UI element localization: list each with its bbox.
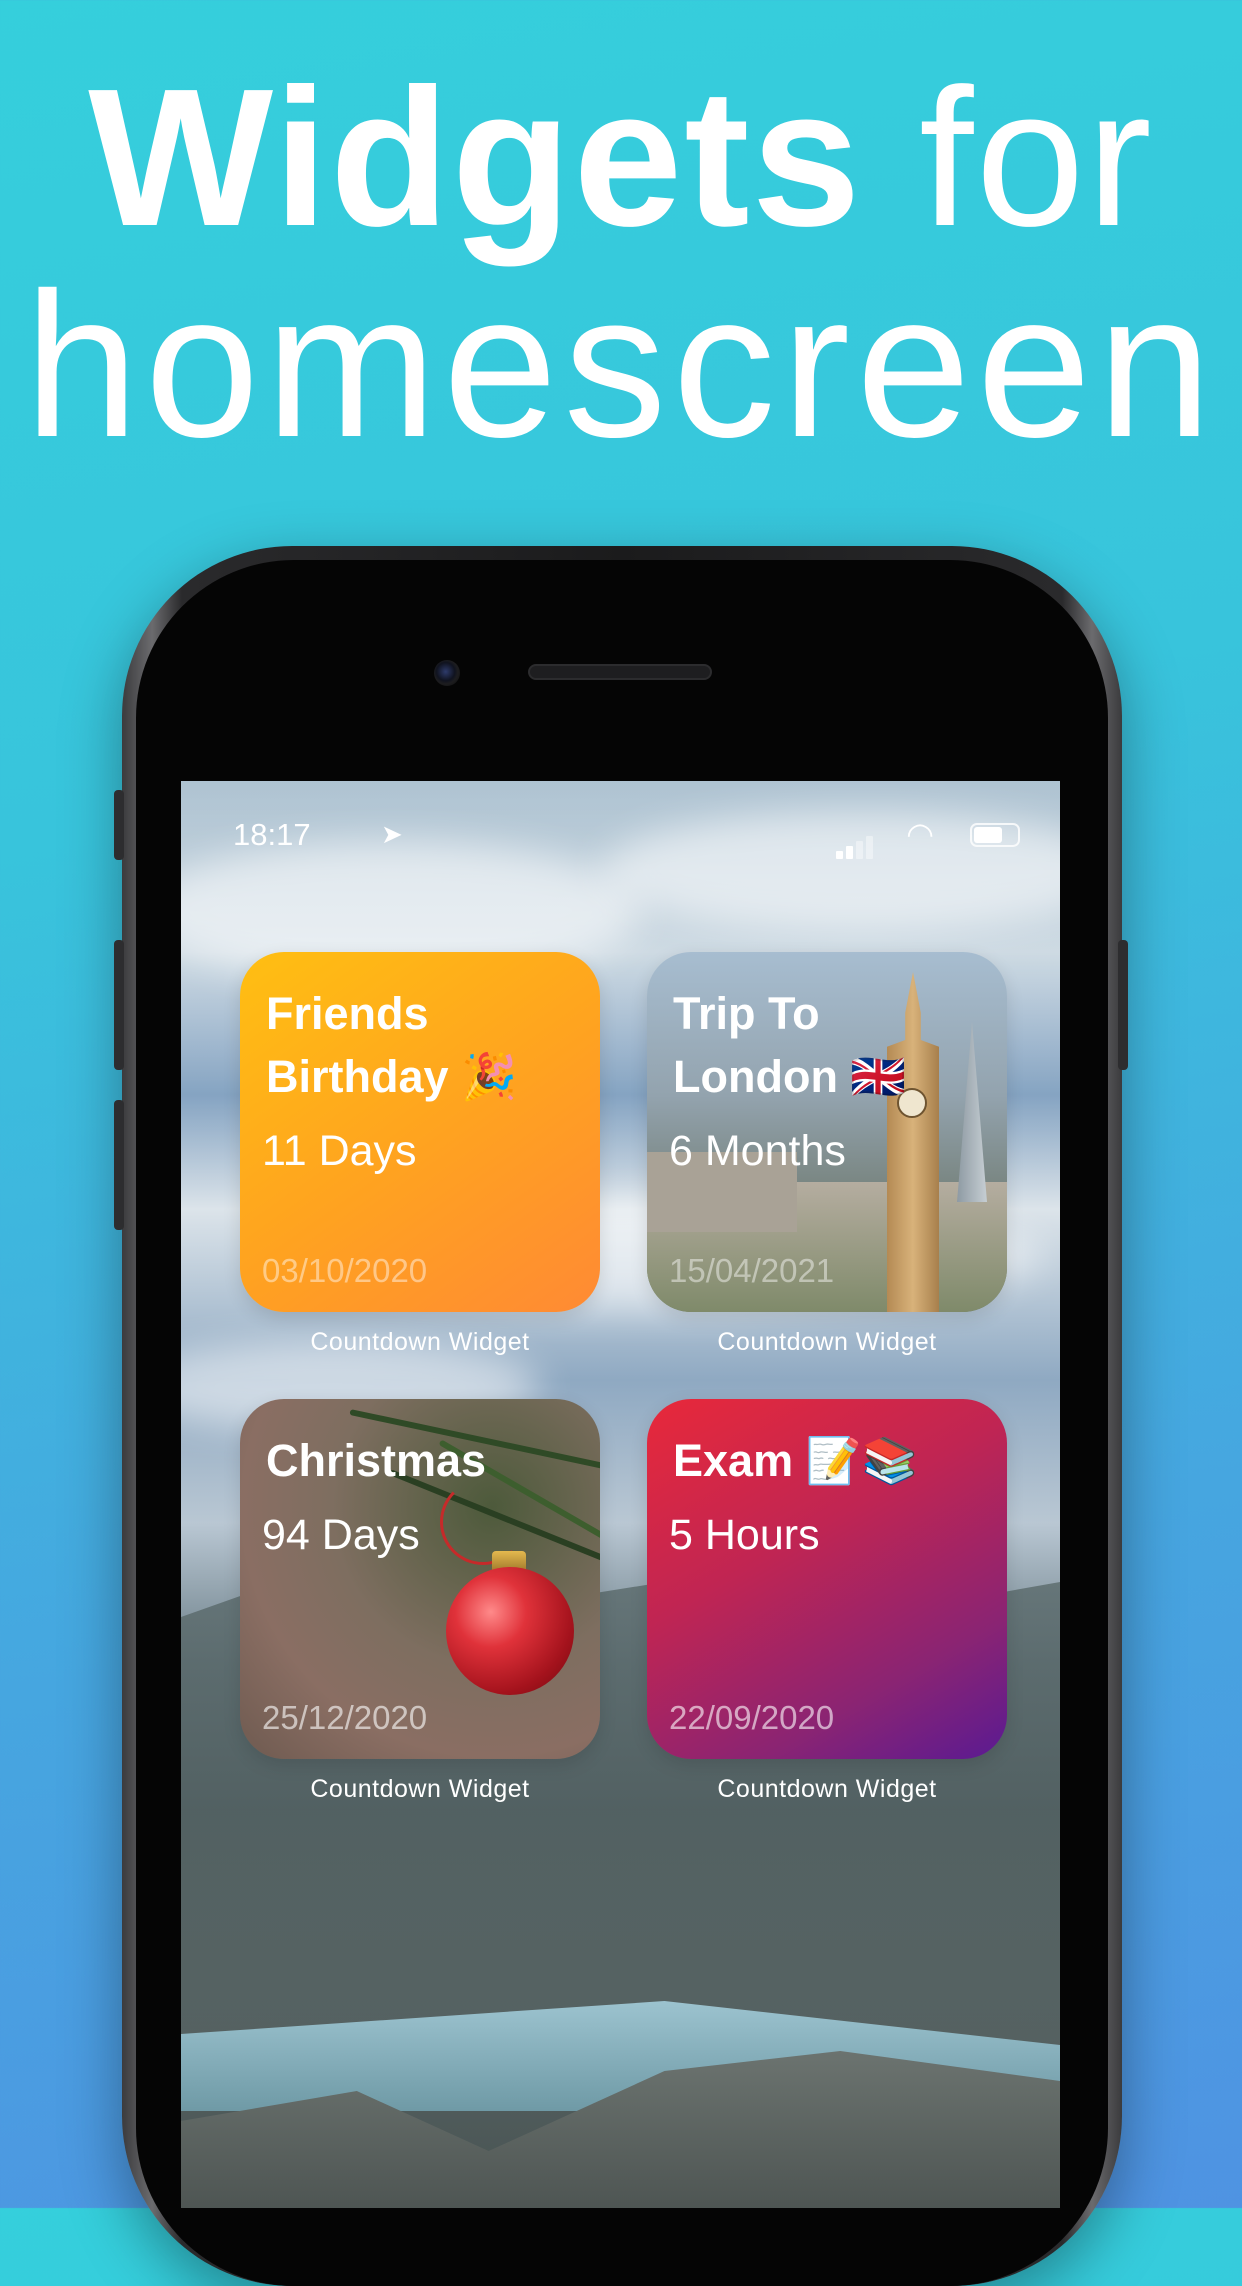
widget-title: Exam 📝📚: [673, 1429, 987, 1492]
front-camera: [434, 660, 460, 686]
cellular-signal-icon: [836, 823, 876, 859]
widget-title: Trip To London 🇬🇧: [673, 982, 987, 1108]
mute-switch: [114, 790, 124, 860]
headline-line-1: Widgets for: [0, 60, 1242, 256]
volume-down-button: [114, 1100, 124, 1230]
power-button: [1118, 940, 1128, 1070]
widget-title-line-1: Exam 📝📚: [673, 1435, 918, 1486]
wifi-icon: ◠: [906, 816, 934, 852]
headline-line-2: homescreen: [24, 250, 1218, 480]
countdown-widget-christmas[interactable]: Christmas 94 Days 25/12/2020: [240, 1399, 600, 1759]
christmas-ornament-icon: [446, 1567, 574, 1695]
widget-title-line-1: Christmas: [266, 1435, 487, 1486]
widget-date: 22/09/2020: [669, 1699, 835, 1736]
widget-caption: Countdown Widget: [310, 1328, 530, 1356]
headline: Widgets for homescreen: [0, 60, 1242, 480]
widget-date: 03/10/2020: [262, 1252, 428, 1289]
countdown-widget-exam[interactable]: Exam 📝📚 5 Hours 22/09/2020: [647, 1399, 1007, 1759]
countdown-widget-trip-to-london[interactable]: Trip To London 🇬🇧 6 Months 15/04/2021: [647, 952, 1007, 1312]
earpiece-speaker: [528, 664, 712, 680]
widget-countdown: 94 Days: [262, 1511, 420, 1559]
headline-bold-word: Widgets: [88, 48, 863, 267]
widget-date: 25/12/2020: [262, 1699, 428, 1736]
widget-title: Friends Birthday 🎉: [266, 982, 580, 1108]
widget-title-line-1: Trip To: [673, 988, 820, 1039]
widget-title: Christmas: [266, 1429, 580, 1492]
headline-regular-word: for: [919, 48, 1154, 267]
widget-title-line-2: London 🇬🇧: [673, 1051, 907, 1102]
widget-countdown: 6 Months: [669, 1127, 846, 1175]
location-arrow-icon: ➤: [381, 819, 403, 849]
countdown-widget-friends-birthday[interactable]: Friends Birthday 🎉 11 Days 03/10/2020: [240, 952, 600, 1312]
status-time: 18:17: [233, 817, 311, 852]
widget-countdown: 11 Days: [262, 1127, 417, 1175]
home-screen: 18:17 ➤ ◠ Friends Birthday 🎉 11 Days 03/…: [181, 781, 1060, 2208]
widget-title-line-1: Friends: [266, 988, 429, 1039]
battery-icon: [970, 823, 1020, 847]
status-bar: 18:17 ➤ ◠: [233, 816, 1020, 859]
widget-caption: Countdown Widget: [310, 1775, 530, 1803]
widget-date: 15/04/2021: [669, 1252, 835, 1289]
widget-title-line-2: Birthday 🎉: [266, 1051, 518, 1102]
widget-countdown: 5 Hours: [669, 1511, 820, 1559]
widget-caption: Countdown Widget: [717, 1775, 937, 1803]
widget-caption: Countdown Widget: [717, 1328, 937, 1356]
volume-up-button: [114, 940, 124, 1070]
